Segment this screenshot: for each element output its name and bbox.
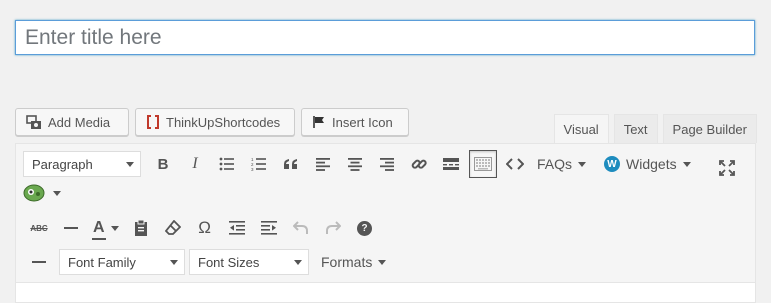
plugin-green-icon	[23, 184, 45, 202]
font-sizes-value: Font Sizes	[198, 254, 260, 270]
chevron-down-icon	[378, 259, 387, 265]
paste-as-text-button[interactable]	[127, 214, 155, 242]
undo-icon	[292, 221, 308, 234]
bold-button[interactable]: B	[149, 150, 177, 178]
align-left-button[interactable]	[309, 150, 337, 178]
chevron-down-icon	[53, 190, 61, 196]
align-right-button[interactable]	[373, 150, 401, 178]
keyboard-shortcuts-button[interactable]: ?	[351, 214, 379, 242]
widgets-logo-icon: W	[604, 156, 621, 172]
indent-icon	[260, 221, 277, 235]
toolbar-row-2: ABC A Ω ?	[16, 213, 755, 243]
editor-content-area[interactable]	[16, 282, 755, 302]
help-icon-glyph: ?	[361, 222, 368, 234]
editor-tabs: Visual Text Page Builder	[553, 114, 757, 143]
code-icon	[506, 158, 524, 170]
omega-icon: Ω	[198, 218, 211, 237]
strikethrough-button[interactable]: ABC	[25, 214, 53, 242]
toolbar-row-1: Paragraph B I 123 FAQs W Widgets	[16, 149, 755, 179]
format-select[interactable]: Paragraph	[23, 151, 141, 177]
font-family-select[interactable]: Font Family	[59, 249, 185, 275]
insert-icon-button[interactable]: Insert Icon	[301, 108, 409, 136]
link-icon	[411, 159, 427, 169]
read-more-button[interactable]	[437, 150, 465, 178]
insert-link-button[interactable]	[405, 150, 433, 178]
keyboard-icon	[474, 157, 492, 171]
text-color-bar	[92, 238, 106, 240]
help-icon: ?	[357, 220, 373, 236]
numbered-list-button[interactable]: 123	[245, 150, 273, 178]
shortcodes-label: ThinkUpShortcodes	[166, 114, 281, 130]
align-left-icon	[316, 157, 330, 171]
formats-dropdown[interactable]: Formats	[317, 248, 390, 276]
blockquote-icon	[284, 159, 297, 169]
fullscreen-button[interactable]	[713, 154, 741, 182]
clear-formatting-button[interactable]	[159, 214, 187, 242]
outdent-button[interactable]	[223, 214, 251, 242]
tab-text[interactable]: Text	[613, 114, 658, 143]
thinkup-shortcodes-button[interactable]: ThinkUpShortcodes	[135, 108, 295, 136]
add-media-label: Add Media	[48, 114, 111, 130]
toolbar-row-3: Font Family Font Sizes Formats	[16, 246, 755, 278]
toolbar-toggle-button[interactable]	[469, 150, 497, 178]
editor-panel: Paragraph B I 123 FAQs W Widgets ABC A Ω…	[15, 143, 756, 303]
special-character-button[interactable]: Ω	[191, 214, 219, 242]
media-icon	[26, 114, 42, 130]
font-sizes-select[interactable]: Font Sizes	[189, 249, 309, 275]
indent-button[interactable]	[255, 214, 283, 242]
strikethrough-icon: ABC	[30, 223, 48, 233]
chevron-down-icon	[294, 259, 302, 265]
italic-icon: I	[192, 155, 198, 172]
eraser-icon	[164, 220, 181, 235]
shortcode-brackets-icon	[146, 114, 160, 130]
undo-button[interactable]	[287, 214, 315, 242]
text-color-dropdown[interactable]: A	[89, 214, 123, 242]
redo-button[interactable]	[319, 214, 347, 242]
widgets-label: Widgets	[626, 156, 677, 172]
clipboard-icon	[134, 220, 147, 236]
insert-icon-label: Insert Icon	[332, 114, 393, 130]
text-color-icon: A	[92, 219, 106, 240]
faqs-label: FAQs	[537, 156, 573, 172]
align-center-button[interactable]	[341, 150, 369, 178]
fullscreen-icon	[719, 160, 735, 176]
tab-page-builder[interactable]: Page Builder	[662, 114, 757, 143]
tab-visual[interactable]: Visual	[553, 114, 609, 143]
chevron-down-icon	[578, 161, 587, 167]
toolbar-row-1b	[16, 180, 755, 206]
horizontal-line-button[interactable]	[57, 214, 85, 242]
flag-icon	[312, 115, 326, 129]
svg-text:3: 3	[251, 167, 254, 171]
outdent-icon	[228, 221, 245, 235]
italic-button[interactable]: I	[181, 150, 209, 178]
redo-icon	[325, 221, 341, 234]
chevron-down-icon	[170, 259, 178, 265]
horizontal-rule-button[interactable]	[25, 248, 53, 276]
plugin-green-button[interactable]	[23, 179, 61, 207]
align-right-icon	[380, 157, 394, 171]
chevron-down-icon	[126, 161, 134, 167]
text-color-letter: A	[93, 219, 105, 236]
horizontal-rule-icon	[32, 261, 46, 263]
code-button[interactable]	[501, 150, 529, 178]
bold-icon: B	[157, 155, 169, 173]
formats-label: Formats	[321, 254, 373, 270]
bullet-list-button[interactable]	[213, 150, 241, 178]
font-family-value: Font Family	[68, 254, 136, 270]
title-field-wrapper	[15, 20, 755, 55]
horizontal-line-icon	[64, 227, 78, 229]
format-select-value: Paragraph	[32, 156, 93, 172]
faqs-dropdown[interactable]: FAQs	[533, 150, 590, 178]
blockquote-button[interactable]	[277, 150, 305, 178]
chevron-down-icon	[110, 225, 119, 231]
numbered-list-icon: 123	[251, 157, 266, 171]
align-center-icon	[348, 157, 362, 171]
media-buttons: Add Media ThinkUpShortcodes Insert Icon	[15, 108, 409, 136]
chevron-down-icon	[682, 161, 691, 167]
bullet-list-icon	[219, 157, 234, 171]
add-media-button[interactable]: Add Media	[15, 108, 129, 136]
post-title-input[interactable]	[15, 20, 755, 55]
read-more-icon	[443, 158, 459, 170]
widgets-dropdown[interactable]: W Widgets	[600, 150, 695, 178]
